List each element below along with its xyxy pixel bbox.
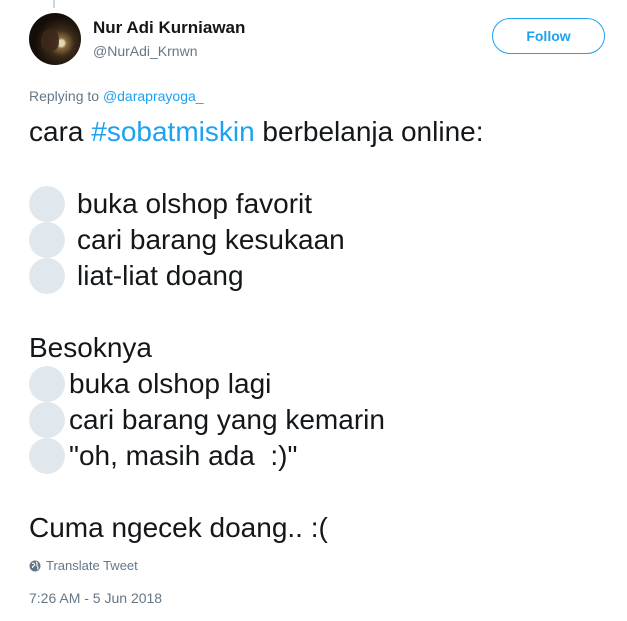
user-handle[interactable]: @NurAdi_Krnwn [93, 43, 197, 59]
hashtag-link[interactable]: #sobatmiskin [91, 114, 254, 150]
list-item-text: buka olshop lagi [69, 368, 272, 399]
besoknya-line: Besoknya [29, 332, 152, 363]
intro-before: cara [29, 116, 92, 147]
tweet-text: cara #sobatmiskin berbelanja online: buk… [29, 114, 609, 546]
list-item-text: "oh, masih ada :)" [69, 440, 298, 471]
emoji-circle-icon [29, 438, 65, 474]
list-item-text: liat-liat doang [77, 260, 244, 291]
list-item: buka olshop favorit [29, 186, 609, 222]
intro-after: berbelanja online: [254, 116, 484, 147]
emoji-circle-icon [29, 366, 65, 402]
list-item-text: cari barang kesukaan [77, 224, 345, 255]
thread-connector [53, 0, 55, 8]
list-item: liat-liat doang [29, 258, 609, 294]
user-name[interactable]: Nur Adi Kurniawan [93, 18, 245, 38]
list-item-text: cari barang yang kemarin [69, 404, 385, 435]
replying-to-link[interactable]: @daraprayoga_ [103, 88, 204, 104]
emoji-circle-icon [29, 402, 65, 438]
globe-icon [29, 560, 41, 572]
list-item: cari barang yang kemarin [29, 402, 609, 438]
translate-tweet-link[interactable]: Translate Tweet [29, 558, 138, 573]
avatar[interactable] [29, 13, 81, 65]
list-item: cari barang kesukaan [29, 222, 609, 258]
emoji-circle-icon [29, 186, 65, 222]
translate-label[interactable]: Translate Tweet [46, 558, 138, 573]
tweet-intro-line: cara #sobatmiskin berbelanja online: [29, 114, 609, 150]
replying-prefix: Replying to [29, 88, 103, 104]
list-item-text: buka olshop favorit [77, 188, 313, 219]
replying-to: Replying to @daraprayoga_ [29, 88, 204, 104]
list-item: "oh, masih ada :)" [29, 438, 609, 474]
emoji-circle-icon [29, 222, 65, 258]
list-item: buka olshop lagi [29, 366, 609, 402]
closing-line: Cuma ngecek doang.. :( [29, 512, 328, 543]
follow-button[interactable]: Follow [492, 18, 605, 54]
tweet-timestamp[interactable]: 7:26 AM - 5 Jun 2018 [29, 590, 162, 606]
emoji-circle-icon [29, 258, 65, 294]
